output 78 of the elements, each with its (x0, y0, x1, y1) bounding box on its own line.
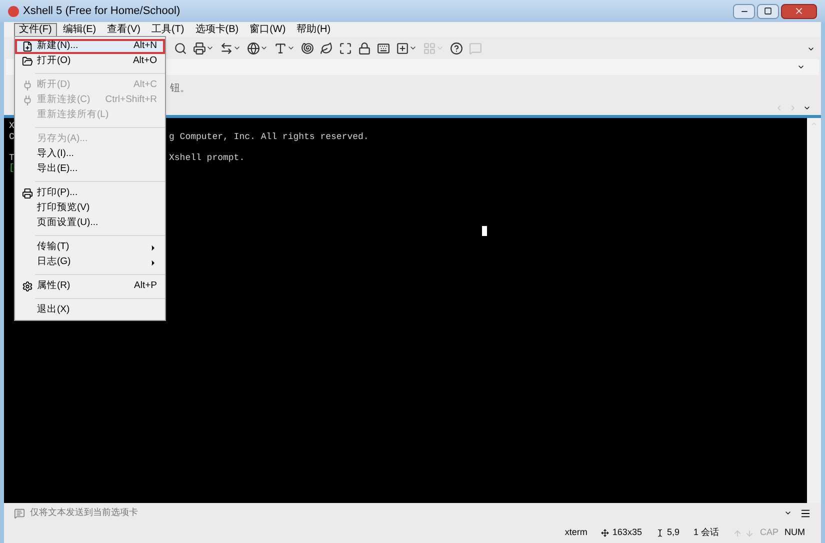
transfer-icon (220, 42, 233, 54)
shortcut-text: Alt+C (134, 78, 157, 92)
menu-item[interactable]: 文件(F) (14, 22, 57, 36)
menu-item[interactable]: 选项卡(B) (190, 22, 244, 36)
terminal-text: T (9, 152, 14, 162)
printer-icon (193, 42, 206, 54)
shortcut-text: Alt+P (134, 279, 157, 294)
close-icon (794, 6, 804, 16)
app-logo-icon (8, 6, 19, 16)
lock-icon (358, 42, 371, 54)
menu-item[interactable]: 窗口(W) (244, 22, 291, 36)
window-title: Xshell 5 (Free for Home/School) (23, 4, 180, 19)
info-text: 钮。 (170, 82, 190, 96)
caret-icon[interactable] (803, 104, 811, 112)
terminal-size: 163x35 (612, 526, 642, 540)
key-lock-indicator: NUM (784, 526, 805, 540)
shortcut-text: Ctrl+Shift+R (105, 93, 157, 108)
caret-icon (807, 45, 815, 53)
menu-item[interactable]: 编辑(E) (58, 22, 102, 36)
fullscreen-icon (339, 42, 352, 54)
spiral-icon (301, 42, 314, 54)
caret-icon (260, 44, 268, 52)
caret-icon (233, 44, 241, 52)
cursor-icon (656, 529, 664, 537)
caret-icon (206, 44, 214, 52)
plug-icon (22, 80, 32, 91)
leaf-icon (320, 42, 333, 54)
status-text: 1 会话 (693, 526, 719, 540)
gear-icon (22, 281, 32, 292)
menu-item[interactable]: 打开(O) Alt+O (15, 54, 165, 69)
menu-item[interactable]: 传输(T) (15, 240, 165, 255)
caret-icon[interactable] (784, 509, 792, 517)
printer-icon (22, 188, 32, 199)
close-button[interactable] (781, 4, 817, 18)
cursor-position: 5,9 (666, 526, 680, 540)
help-icon (450, 42, 463, 54)
new-file-icon (22, 41, 32, 52)
menu-item[interactable]: 查看(V) (102, 22, 146, 36)
menu-item[interactable]: 属性(R) Alt+P (15, 279, 165, 294)
grid-icon (423, 42, 436, 54)
terminal-text: g Computer, Inc. All rights reserved. (169, 132, 369, 142)
key-lock-indicator: CAP (760, 526, 778, 540)
menu-item[interactable]: 退出(X) (15, 303, 165, 318)
menu-item[interactable]: 导入(I)... (15, 147, 165, 162)
new-tab-icon (396, 42, 409, 54)
terminal-text: [ (9, 163, 14, 173)
shortcut-text: Alt+N (134, 39, 157, 54)
chat-icon (469, 42, 482, 54)
font-icon (274, 42, 287, 54)
search-icon (174, 42, 187, 54)
terminal-text: C (9, 132, 14, 142)
keyboard-icon (377, 42, 390, 54)
shortcut-text: Alt+O (132, 54, 157, 68)
menu-item[interactable]: 页面设置(U)... (15, 216, 165, 231)
terminal-text: Xshell prompt. (169, 152, 245, 163)
folder-icon (22, 56, 32, 67)
dropdown-caret-icon (797, 63, 805, 71)
menu-icon[interactable] (800, 508, 811, 518)
caret-icon (287, 44, 295, 52)
menu-item[interactable]: 新建(N)... Alt+N (15, 39, 165, 54)
message-icon (14, 508, 25, 518)
text-cursor (482, 226, 487, 236)
caret-icon (409, 44, 417, 52)
status-text: xterm (564, 526, 588, 540)
compose-input[interactable]: 仅将文本发送到当前选项卡 (30, 506, 784, 520)
size-icon (601, 529, 610, 537)
maximize-button[interactable] (757, 4, 779, 18)
menu-item[interactable]: 工具(T) (146, 22, 190, 36)
maximize-icon (764, 7, 772, 15)
menu-item[interactable]: 导出(E)... (15, 162, 165, 177)
plug-icon (22, 95, 32, 106)
globe-icon (247, 42, 260, 54)
caret-icon (436, 44, 444, 52)
terminal-text: X (9, 121, 14, 131)
menu-item[interactable]: 打印(P)... (15, 186, 165, 201)
menu-item[interactable]: 日志(G) (15, 255, 165, 270)
menu-item[interactable]: 帮助(H) (292, 22, 336, 36)
menu-item[interactable]: 打印预览(V) (15, 201, 165, 216)
